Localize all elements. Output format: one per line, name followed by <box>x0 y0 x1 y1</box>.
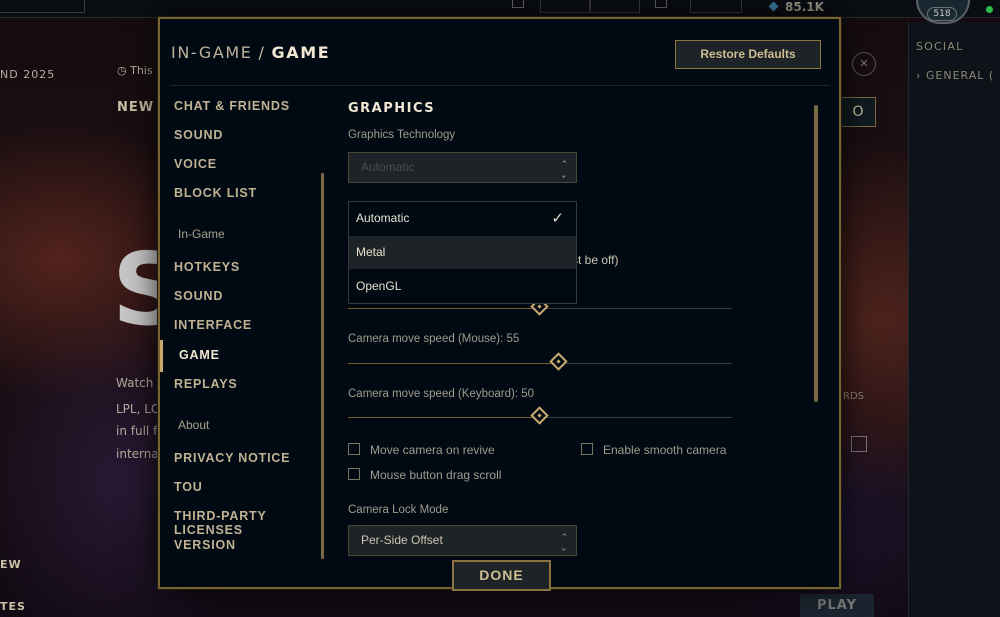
bg-button[interactable]: O <box>840 97 876 127</box>
camera-mouse-speed-slider[interactable] <box>348 352 732 371</box>
sidebar-item-version[interactable]: VERSION <box>174 538 236 552</box>
camera-mouse-speed-label: Camera move speed (Mouse): 55 <box>348 333 520 345</box>
top-bar-button[interactable] <box>540 0 590 13</box>
checkbox[interactable] <box>348 443 360 455</box>
play-button[interactable]: PLAY <box>800 594 874 617</box>
camera-lock-mode-value: Per-Side Offset <box>361 533 443 547</box>
bg-bottom-text-1: EW <box>0 558 22 571</box>
dropdown-option-label: Automatic <box>356 211 410 225</box>
sidebar-item-third-party-licenses[interactable]: THIRD-PARTY LICENSES <box>174 509 330 537</box>
slider-thumb[interactable] <box>530 406 549 425</box>
settings-content: GRAPHICS Graphics Technology Automatic ⌃… <box>348 87 818 577</box>
slider-fill <box>348 308 540 309</box>
currency-value: 85.1K <box>785 0 824 14</box>
sidebar-item-game-sound[interactable]: SOUND <box>174 289 223 303</box>
done-button[interactable]: DONE <box>452 560 551 591</box>
social-group-general[interactable]: › GENERAL ( <box>916 69 994 82</box>
online-status-icon <box>986 6 993 13</box>
checkbox[interactable] <box>348 468 360 480</box>
dropdown-option-automatic[interactable]: Automatic ✓ <box>349 202 576 235</box>
section-title-graphics: GRAPHICS <box>348 101 436 116</box>
checkbox-label: Enable smooth camera <box>603 443 727 457</box>
modal-breadcrumb: IN-GAME / GAME <box>171 43 330 62</box>
sidebar-item-replays[interactable]: REPLAYS <box>174 377 238 391</box>
bg-promo-text-3: in full fi <box>116 424 161 438</box>
graphics-technology-label: Graphics Technology <box>348 129 456 141</box>
move-camera-on-revive-option[interactable]: Move camera on revive <box>348 443 495 457</box>
breadcrumb-parent: IN-GAME <box>171 43 253 62</box>
bg-bottom-text-2: TES <box>0 600 26 613</box>
settings-modal: IN-GAME / GAME Restore Defaults CHAT & FRI… <box>158 17 841 591</box>
sidebar-item-tou[interactable]: TOU <box>174 480 203 494</box>
sidebar-group-about: About <box>178 418 210 432</box>
player-level-badge: 518 <box>927 7 957 21</box>
restore-defaults-button[interactable]: Restore Defaults <box>675 40 821 69</box>
top-bar-icon[interactable] <box>655 0 667 8</box>
mouse-button-drag-scroll-option[interactable]: Mouse button drag scroll <box>348 468 501 482</box>
sidebar-active-indicator <box>160 340 163 372</box>
sidebar-item-privacy-notice[interactable]: PRIVACY NOTICE <box>174 451 290 465</box>
slider-fill <box>348 363 560 364</box>
sidebar-item-client-sound[interactable]: SOUND <box>174 128 223 142</box>
client-top-bar: 85.1K <box>0 0 1000 18</box>
camera-keyboard-speed-slider[interactable] <box>348 406 732 425</box>
breadcrumb-separator: / <box>258 43 266 62</box>
bg-timer-text: ◷ This <box>117 64 153 77</box>
social-group-label: GENERAL ( <box>925 69 995 82</box>
currency-display: 85.1K <box>768 0 824 14</box>
obscured-setting-text: st be off) <box>572 253 619 267</box>
checkmark-icon: ✓ <box>551 210 564 227</box>
content-scrollbar[interactable] <box>814 105 818 402</box>
external-link-icon[interactable] <box>851 436 867 452</box>
breadcrumb-current: GAME <box>271 43 331 62</box>
camera-lock-mode-label: Camera Lock Mode <box>348 504 449 516</box>
dropdown-option-metal[interactable]: Metal <box>349 236 576 269</box>
sidebar-item-game[interactable]: GAME <box>179 348 220 362</box>
graphics-technology-select[interactable]: Automatic ⌃ ⌃ <box>348 152 577 183</box>
checkbox-label: Move camera on revive <box>370 443 495 457</box>
select-chevrons-icon: ⌃ ⌃ <box>560 532 568 552</box>
checkbox[interactable] <box>581 443 593 455</box>
bg-event-text: ND 2025 <box>0 68 56 81</box>
checkbox-label: Mouse button drag scroll <box>370 468 502 482</box>
dropdown-option-label: Metal <box>356 245 386 259</box>
top-bar-icon[interactable] <box>512 0 524 8</box>
bg-promo-text-2: LPL, LC <box>116 402 160 416</box>
blue-essence-icon <box>768 1 779 12</box>
slider-fill <box>348 417 540 418</box>
sidebar-item-voice[interactable]: VOICE <box>174 157 217 171</box>
sidebar-item-hotkeys[interactable]: HOTKEYS <box>174 260 240 274</box>
bg-promo-text-1: Watch <box>116 376 154 390</box>
slider-thumb[interactable] <box>549 352 568 371</box>
sidebar-group-in-game: In-Game <box>178 227 225 241</box>
bg-rds-text: RDS <box>843 391 864 402</box>
top-bar-button[interactable] <box>690 0 742 13</box>
social-panel <box>908 22 1000 617</box>
camera-lock-mode-select[interactable]: Per-Side Offset ⌃ ⌃ <box>348 525 577 556</box>
graphics-technology-value: Automatic <box>361 160 415 174</box>
select-chevrons-icon: ⌃ ⌃ <box>560 159 568 179</box>
settings-sidebar: CHAT & FRIENDS SOUND VOICE BLOCK LIST In… <box>160 87 330 567</box>
bg-new-label: NEW <box>117 100 155 115</box>
dropdown-option-opengl[interactable]: OpenGL <box>349 270 576 303</box>
social-heading: SOCIAL <box>916 40 964 53</box>
bg-timer-label: This <box>130 64 153 77</box>
bg-promo-text-4: interna <box>116 447 159 461</box>
top-bar-button[interactable] <box>590 0 640 13</box>
sidebar-scrollbar[interactable] <box>321 173 324 559</box>
dropdown-option-label: OpenGL <box>356 279 402 293</box>
enable-smooth-camera-option[interactable]: Enable smooth camera <box>581 443 726 457</box>
header-divider <box>170 85 830 86</box>
sidebar-item-block-list[interactable]: BLOCK LIST <box>174 186 257 200</box>
graphics-technology-dropdown: Automatic ✓ Metal OpenGL <box>348 201 577 304</box>
camera-keyboard-speed-label: Camera move speed (Keyboard): 50 <box>348 388 535 400</box>
mute-icon[interactable]: ✕ <box>852 52 876 76</box>
sidebar-item-interface[interactable]: INTERFACE <box>174 318 252 332</box>
sidebar-item-chat-friends[interactable]: CHAT & FRIENDS <box>174 99 290 113</box>
top-bar-tab[interactable] <box>0 0 85 13</box>
slider-track[interactable] <box>348 297 732 316</box>
